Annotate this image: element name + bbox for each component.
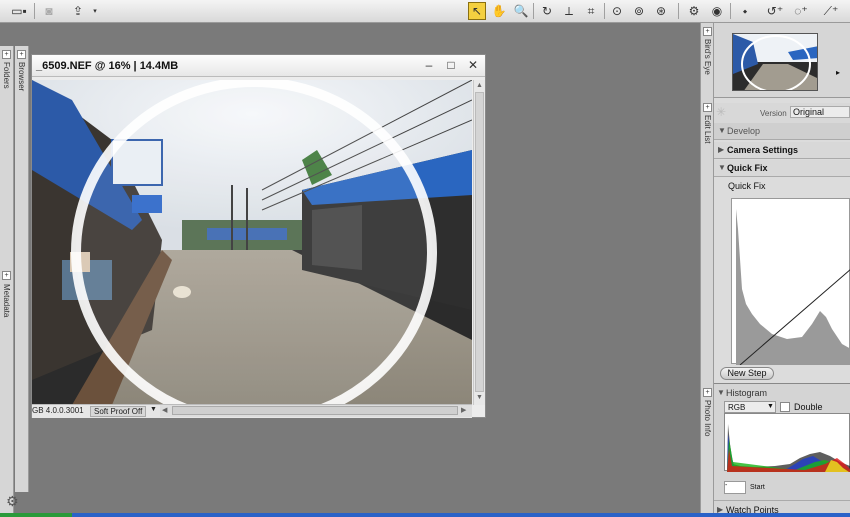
preview-eye-icon[interactable]: ◉: [707, 2, 727, 20]
version-label: Version: [760, 109, 787, 118]
scroll-right-icon[interactable]: ▶: [461, 406, 466, 414]
right-panel-strip: + Bird's Eye + Edit List + Photo Info: [700, 23, 714, 517]
photo-canvas[interactable]: [32, 80, 472, 405]
left-panel-strip: + Folders + Metadata: [0, 46, 14, 517]
browser-collapse-icon[interactable]: +: [17, 50, 26, 59]
develop-toggle-icon[interactable]: ▼: [718, 126, 726, 135]
export-icon[interactable]: ⇪: [68, 2, 88, 20]
channel-chevron-icon: ▼: [767, 403, 774, 410]
crop-icon[interactable]: ⌗: [582, 2, 600, 20]
scroll-down-icon[interactable]: ▼: [476, 394, 483, 401]
right-panel: ▸ ✳ Version Original ▼ Develop ▶ Camera …: [714, 23, 850, 517]
wb-point-icon[interactable]: ⚙: [685, 2, 703, 20]
red-eye-icon[interactable]: ⊙: [608, 2, 626, 20]
main-toolbar: ▭▪ ◙ ⇪ ▾ ↖ ✋ 🔍 ↻ ⟂ ⌗ ⊙ ⊚ ⊛ ⚙ ◉ ⬩ ↺⁺ ◌⁺ ⟋…: [0, 0, 850, 23]
develop-section[interactable]: ▼ Develop: [714, 123, 850, 140]
control-point-icon[interactable]: ⊚: [630, 2, 648, 20]
photo-info-panel: ▼ Histogram RGB ▼ Double Thresho - Start…: [714, 383, 850, 517]
metadata-tab[interactable]: Metadata: [2, 284, 11, 317]
horizontal-scroll-thumb[interactable]: [172, 406, 458, 415]
image-window-titlebar[interactable]: _6509.NEF @ 16% | 14.4MB – □ ✕: [32, 55, 485, 77]
birds-eye-tab[interactable]: Bird's Eye: [703, 39, 712, 75]
brush-icon[interactable]: ⬩: [735, 2, 755, 20]
edit-list-header: ✳ Version Original: [714, 103, 850, 125]
close-icon[interactable]: ✕: [466, 58, 480, 72]
quick-fix-sub: Quick Fix: [714, 178, 850, 195]
minimize-icon[interactable]: –: [422, 58, 436, 72]
photo-info-collapse-icon[interactable]: +: [703, 388, 712, 397]
camera-settings-label: Camera Settings: [727, 145, 799, 155]
rotate-icon[interactable]: ↻: [538, 2, 556, 20]
selection-plus-icon[interactable]: ◌⁺: [790, 2, 812, 20]
edit-list-collapse-icon[interactable]: +: [703, 103, 712, 112]
birds-eye-thumbnail[interactable]: [732, 33, 818, 91]
start-label: Start: [750, 484, 765, 491]
export-dropdown-icon[interactable]: ▾: [91, 2, 99, 20]
street-photo: [32, 80, 472, 405]
histogram-label: Histogram: [726, 388, 768, 398]
version-dropdown[interactable]: Original: [790, 106, 850, 118]
quick-fix-toggle-icon[interactable]: ▼: [718, 163, 726, 172]
quick-fix-label: Quick Fix: [727, 163, 768, 173]
new-step-button[interactable]: New Step: [720, 367, 774, 380]
sparkle-icon: ✳: [716, 105, 727, 119]
start-button[interactable]: [0, 513, 72, 517]
straighten-icon[interactable]: ⟂: [560, 2, 578, 20]
horizontal-scrollbar[interactable]: ◀ ▶: [160, 405, 472, 417]
scroll-left-icon[interactable]: ◀: [162, 406, 167, 414]
browser-panel-strip: + Browser: [15, 46, 29, 492]
soft-proof-chevron-icon[interactable]: ▼: [150, 406, 157, 413]
levels-curves-graph[interactable]: [731, 198, 850, 366]
image-window-title: _6509.NEF @ 16% | 14.4MB: [36, 60, 179, 72]
settings-gear-icon[interactable]: ⚙: [6, 493, 28, 513]
left-gap: [0, 23, 30, 46]
double-threshold-checkbox[interactable]: [780, 402, 790, 412]
camera-icon[interactable]: ◙: [40, 2, 58, 20]
birds-eye-collapse-icon[interactable]: +: [703, 27, 712, 36]
status-version: GB 4.0.0.3001: [32, 406, 84, 415]
lasso-plus-icon[interactable]: ↺⁺: [765, 2, 785, 20]
color-point-icon[interactable]: ⊛: [652, 2, 670, 20]
edit-list-tab[interactable]: Edit List: [703, 115, 712, 143]
vertical-scrollbar[interactable]: ▲ ▼: [473, 80, 485, 405]
start-input[interactable]: -: [724, 481, 746, 494]
workspace-icon[interactable]: ▭▪: [8, 2, 30, 20]
rgb-histogram-graph: [727, 424, 850, 472]
folders-collapse-icon[interactable]: +: [2, 50, 11, 59]
browser-tab[interactable]: Browser: [17, 62, 26, 91]
vertical-scroll-thumb[interactable]: [475, 92, 484, 392]
thumbnail-image: [733, 34, 817, 90]
channel-dropdown[interactable]: RGB ▼: [724, 401, 776, 413]
quick-fix-sub-label: Quick Fix: [728, 181, 766, 191]
photo-info-tab[interactable]: Photo Info: [703, 400, 712, 436]
image-window: _6509.NEF @ 16% | 14.4MB – □ ✕ ▲ ▼ GB 4.…: [31, 54, 486, 418]
scroll-up-icon[interactable]: ▲: [476, 82, 483, 89]
channel-value: RGB: [728, 403, 746, 412]
hand-tool-icon[interactable]: ✋: [490, 2, 508, 20]
curve-histogram: [736, 209, 850, 366]
camera-settings-section[interactable]: ▶ Camera Settings: [714, 142, 850, 159]
birds-eye-next-icon[interactable]: ▸: [836, 68, 840, 77]
select-tool-icon[interactable]: ↖: [468, 2, 486, 20]
develop-label: Develop: [727, 126, 761, 136]
rgb-histogram: [724, 413, 850, 472]
soft-proof-dropdown[interactable]: Soft Proof Off: [90, 406, 147, 417]
metadata-collapse-icon[interactable]: +: [2, 271, 11, 280]
folders-tab[interactable]: Folders: [2, 62, 11, 89]
birds-eye-panel: ▸: [714, 23, 850, 98]
taskbar: [0, 513, 850, 517]
quick-fix-section[interactable]: ▼ Quick Fix: [714, 160, 850, 177]
histogram-toggle-icon[interactable]: ▼: [717, 388, 725, 397]
zoom-tool-icon[interactable]: 🔍: [512, 2, 530, 20]
camera-settings-toggle-icon[interactable]: ▶: [718, 145, 724, 154]
brush-plus-icon[interactable]: ⟋⁺: [818, 2, 844, 20]
maximize-icon[interactable]: □: [444, 58, 458, 72]
